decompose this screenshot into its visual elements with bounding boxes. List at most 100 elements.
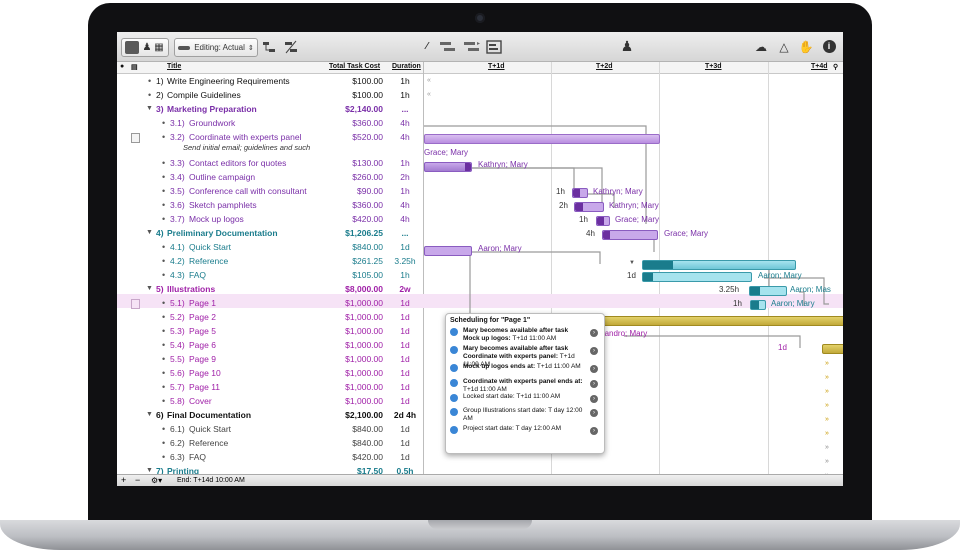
table-row[interactable]: • 3.5) Conference call with consultant $90.…: [117, 184, 423, 198]
task-duration[interactable]: 1d: [387, 450, 423, 464]
table-row[interactable]: • 3.1) Groundwork $360.00 4h: [117, 116, 423, 130]
task-cost[interactable]: $420.00: [313, 212, 383, 226]
task-duration[interactable]: 2h: [387, 170, 423, 184]
table-row[interactable]: • 3.6) Sketch pamphlets $360.00 4h: [117, 198, 423, 212]
gantt-group-bar[interactable]: [642, 260, 796, 270]
resource-view-icon[interactable]: ♟: [141, 42, 153, 53]
gantt-group-bar[interactable]: [424, 134, 660, 144]
table-row[interactable]: • 5.6) Page 10 $1,000.00 1d: [117, 366, 423, 380]
table-row[interactable]: ▼ 5) Illustrations $8,000.00 2w: [117, 282, 423, 296]
editing-mode-popup[interactable]: Editing: Actual ⇕: [174, 38, 258, 57]
cloud-sync-button[interactable]: ☁: [752, 38, 770, 55]
task-cost[interactable]: $261.25: [313, 254, 383, 268]
outline-view-icon[interactable]: [125, 41, 139, 54]
gantt-task-bar[interactable]: [596, 216, 610, 226]
gantt-task-bar[interactable]: [749, 286, 787, 296]
task-duration[interactable]: 1d: [387, 310, 423, 324]
task-title[interactable]: Page 6: [189, 338, 216, 352]
gantt-task-bar[interactable]: [750, 300, 766, 310]
task-duration[interactable]: 1d: [387, 366, 423, 380]
table-view-icon[interactable]: ▦: [153, 42, 165, 53]
task-cost[interactable]: $105.00: [313, 268, 383, 282]
table-row[interactable]: • 5.3) Page 5 $1,000.00 1d: [117, 324, 423, 338]
action-menu-button[interactable]: ⚙▾: [151, 476, 162, 485]
task-cost[interactable]: $1,000.00: [313, 352, 383, 366]
task-cost[interactable]: $1,000.00: [313, 296, 383, 310]
task-title[interactable]: Preliminary Documentation: [167, 226, 278, 240]
offscreen-indicator[interactable]: »: [825, 402, 829, 409]
task-cost[interactable]: $360.00: [313, 116, 383, 130]
task-cost[interactable]: $1,000.00: [313, 324, 383, 338]
table-row[interactable]: • 5.4) Page 6 $1,000.00 1d: [117, 338, 423, 352]
disclosure-triangle[interactable]: ▼: [146, 102, 153, 116]
table-row[interactable]: • 5.7) Page 11 $1,000.00 1d: [117, 380, 423, 394]
task-duration[interactable]: 1h: [387, 88, 423, 102]
unlink-tasks-button[interactable]: [284, 38, 298, 55]
table-row[interactable]: • 5.5) Page 9 $1,000.00 1d: [117, 352, 423, 366]
table-row[interactable]: • 6.3) FAQ $420.00 1d: [117, 450, 423, 464]
task-duration[interactable]: 3.25h: [387, 254, 423, 268]
task-title[interactable]: Page 2: [189, 310, 216, 324]
task-duration[interactable]: 2w: [387, 282, 423, 296]
table-row[interactable]: ▼ 3) Marketing Preparation $2,140.00...: [117, 102, 423, 116]
offscreen-indicator[interactable]: »: [825, 388, 829, 395]
task-title[interactable]: Page 5: [189, 324, 216, 338]
task-duration[interactable]: 1d: [387, 324, 423, 338]
table-row[interactable]: • 5.1) Page 1 $1,000.00 1d: [117, 296, 423, 310]
row-checkbox[interactable]: [131, 299, 140, 309]
task-title[interactable]: Printing: [167, 464, 199, 474]
task-cost[interactable]: $520.00: [313, 130, 383, 144]
table-row[interactable]: • 6.2) Reference $840.00 1d: [117, 436, 423, 450]
task-duration[interactable]: 1h: [387, 184, 423, 198]
task-duration[interactable]: 1d: [387, 380, 423, 394]
task-duration[interactable]: 1d: [387, 338, 423, 352]
duration-column-header[interactable]: Duration: [392, 63, 421, 70]
offscreen-indicator[interactable]: »: [825, 416, 829, 423]
title-column-header[interactable]: Title: [167, 63, 181, 70]
task-cost[interactable]: $8,000.00: [313, 282, 383, 296]
table-row[interactable]: ▼ 7) Printing $17.50 0.5h: [117, 464, 423, 474]
table-row[interactable]: • 3.3) Contact editors for quotes $130.00 1h: [117, 156, 423, 170]
gantt-task-bar[interactable]: [574, 202, 604, 212]
task-title[interactable]: Compile Guidelines: [167, 88, 241, 102]
task-title[interactable]: Contact editors for quotes: [189, 156, 286, 170]
table-row[interactable]: • 2) Compile Guidelines $100.00 1h: [117, 88, 423, 102]
task-duration[interactable]: ...: [387, 102, 423, 116]
task-cost[interactable]: $2,140.00: [313, 102, 383, 116]
task-title[interactable]: Groundwork: [189, 116, 235, 130]
task-cost[interactable]: $2,100.00: [313, 408, 383, 422]
table-row[interactable]: • 3.7) Mock up logos $420.00 4h: [117, 212, 423, 226]
remove-row-button[interactable]: −: [135, 475, 140, 485]
table-row[interactable]: • 4.3) FAQ $105.00 1h: [117, 268, 423, 282]
gantt-task-bar[interactable]: [572, 188, 588, 198]
task-title[interactable]: Page 10: [189, 366, 221, 380]
table-row[interactable]: • 5.8) Cover $1,000.00 1d: [117, 394, 423, 408]
task-title[interactable]: FAQ: [189, 268, 206, 282]
table-row[interactable]: • 1) Write Engineering Requirements $100.00…: [117, 74, 423, 88]
table-row[interactable]: ▼ 4) Preliminary Documentation $1,206.25...: [117, 226, 423, 240]
table-row[interactable]: • 4.1) Quick Start $840.00 1d: [117, 240, 423, 254]
task-duration[interactable]: 1d: [387, 352, 423, 366]
task-title[interactable]: Reference: [189, 254, 228, 268]
disclosure-triangle[interactable]: ▼: [146, 408, 153, 422]
task-duration[interactable]: 4h: [387, 212, 423, 226]
task-cost[interactable]: $90.00: [313, 184, 383, 198]
task-title[interactable]: Outline campaign: [189, 170, 255, 184]
task-note[interactable]: Send initial email; guidelines and such: [183, 143, 310, 152]
go-arrow-icon[interactable]: ›: [590, 347, 598, 355]
task-cost[interactable]: $840.00: [313, 422, 383, 436]
offscreen-indicator[interactable]: »: [825, 430, 829, 437]
task-duration[interactable]: 1d: [387, 422, 423, 436]
task-duration[interactable]: 1d: [387, 240, 423, 254]
task-cost[interactable]: $260.00: [313, 170, 383, 184]
task-duration[interactable]: 4h: [387, 130, 423, 144]
task-title[interactable]: Final Documentation: [167, 408, 251, 422]
disclosure-triangle[interactable]: ▼: [146, 226, 153, 240]
level-resources-button[interactable]: ⁄: [419, 38, 435, 55]
table-row[interactable]: • 4.2) Reference $261.25 3.25h: [117, 254, 423, 268]
task-cost[interactable]: $420.00: [313, 450, 383, 464]
cost-column-header[interactable]: Total Task Cost: [329, 63, 380, 70]
task-cost[interactable]: $1,000.00: [313, 394, 383, 408]
task-cost[interactable]: $1,000.00: [313, 338, 383, 352]
task-title[interactable]: Cover: [189, 394, 212, 408]
